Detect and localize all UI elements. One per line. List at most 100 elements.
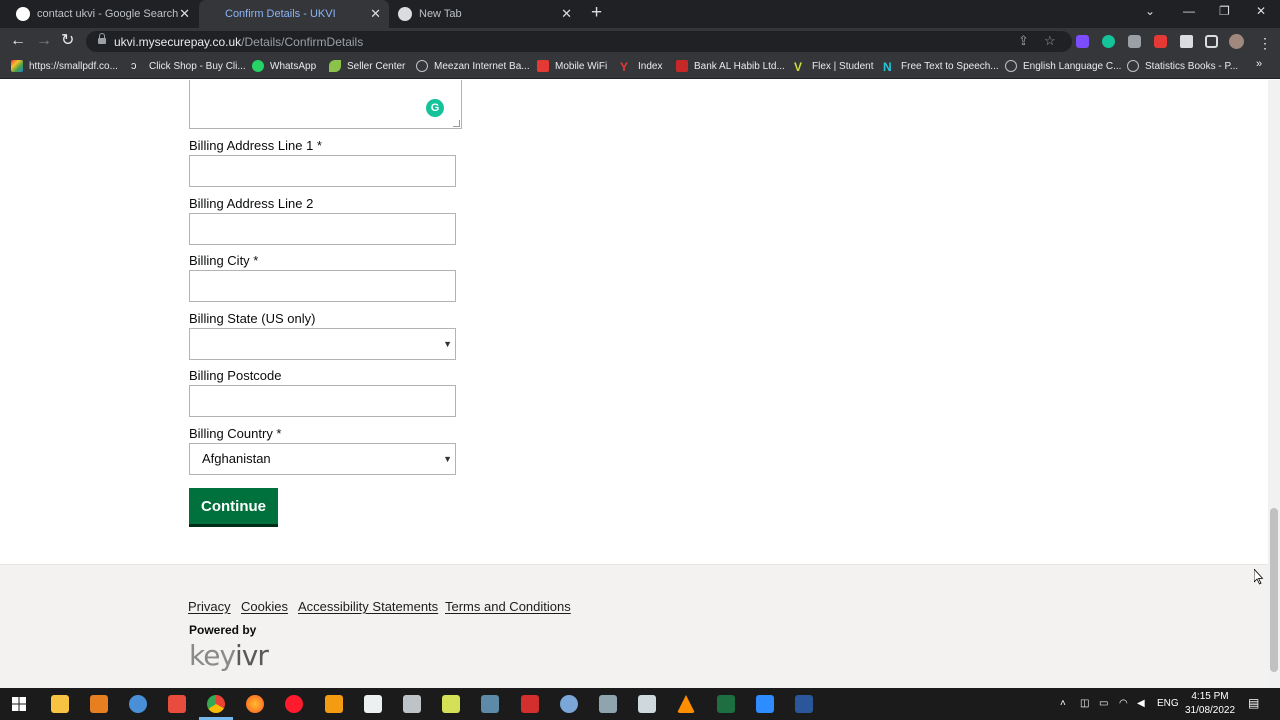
google-icon bbox=[16, 7, 30, 21]
bookmark-favicon-icon: ↄ bbox=[131, 60, 137, 72]
scrollbar-thumb[interactable] bbox=[1270, 508, 1278, 672]
reload-icon[interactable]: ↻ bbox=[61, 31, 74, 51]
app-icon[interactable] bbox=[129, 695, 147, 713]
mega-extension-icon[interactable] bbox=[1154, 35, 1167, 48]
app-icon[interactable] bbox=[638, 695, 656, 713]
billing-city-input[interactable] bbox=[189, 270, 456, 302]
wifi-icon[interactable]: ◠ bbox=[1119, 698, 1128, 709]
footer-link-accessibility[interactable]: Accessibility Statements bbox=[298, 599, 438, 614]
app-icon[interactable] bbox=[364, 695, 382, 713]
tab-google-search[interactable]: contact ukvi - Google Search ✕ bbox=[8, 0, 198, 28]
zoom-icon[interactable] bbox=[756, 695, 774, 713]
huawei-icon bbox=[537, 60, 549, 72]
tab-search-chevron-icon[interactable]: ⌄ bbox=[1145, 4, 1155, 18]
billing-address-line1-input[interactable] bbox=[189, 155, 456, 187]
star-icon[interactable]: ☆ bbox=[1044, 33, 1056, 49]
bookmark-item[interactable]: Mobile WiFi bbox=[537, 60, 607, 72]
bookmark-favicon-icon: N bbox=[883, 60, 892, 74]
system-clock[interactable]: 4:15 PM 31/08/2022 bbox=[1185, 690, 1235, 718]
back-arrow-icon[interactable]: ← bbox=[10, 31, 26, 51]
app-icon[interactable] bbox=[90, 695, 108, 713]
page-footer: Privacy Cookies Accessibility Statements… bbox=[0, 564, 1268, 688]
address-bar[interactable]: ukvi.mysecurepay.co.uk/Details/ConfirmDe… bbox=[86, 31, 1072, 52]
bookmark-item[interactable]: WhatsApp bbox=[252, 60, 316, 72]
close-icon[interactable]: ✕ bbox=[370, 7, 381, 20]
bookmark-item[interactable]: https://smallpdf.co... bbox=[11, 60, 118, 72]
pycharm-icon[interactable] bbox=[442, 695, 460, 713]
word-icon[interactable] bbox=[795, 695, 813, 713]
billing-country-value: Afghanistan bbox=[202, 451, 271, 466]
app-icon[interactable] bbox=[403, 695, 421, 713]
share-icon[interactable]: ⇪ bbox=[1018, 33, 1029, 49]
app-icon[interactable] bbox=[521, 695, 539, 713]
bank-al-habib-icon bbox=[676, 60, 688, 72]
chevron-down-icon: ▼ bbox=[443, 454, 452, 464]
opera-icon[interactable] bbox=[285, 695, 303, 713]
page-scrollbar[interactable] bbox=[1268, 80, 1280, 688]
side-panel-icon[interactable] bbox=[1205, 35, 1218, 48]
close-window-button[interactable]: ✕ bbox=[1256, 4, 1266, 18]
keyivr-logo: keyivr bbox=[189, 639, 269, 672]
billing-postcode-input[interactable] bbox=[189, 385, 456, 417]
puzzle-extensions-icon[interactable] bbox=[1180, 35, 1193, 48]
clock-date: 31/08/2022 bbox=[1185, 705, 1236, 716]
profile-avatar[interactable] bbox=[1229, 34, 1244, 49]
excel-icon[interactable] bbox=[717, 695, 735, 713]
billing-state-label: Billing State (US only) bbox=[189, 311, 316, 326]
app-icon[interactable] bbox=[168, 695, 186, 713]
vlc-icon[interactable] bbox=[677, 695, 695, 713]
bookmark-item[interactable]: Bank AL Habib Ltd... bbox=[676, 60, 785, 72]
bookmark-item[interactable]: English Language C... bbox=[1005, 60, 1121, 72]
tab-confirm-details[interactable]: Confirm Details - UKVI ✕ bbox=[199, 0, 389, 28]
tab-new-tab[interactable]: New Tab ✕ bbox=[390, 0, 580, 28]
page-content: G Billing Address Line 1 * Billing Addre… bbox=[0, 80, 1268, 688]
bookmark-item[interactable]: Meezan Internet Ba... bbox=[416, 60, 530, 72]
new-tab-button[interactable]: + bbox=[591, 3, 602, 23]
billing-address-line2-input[interactable] bbox=[189, 213, 456, 245]
windows-start-icon[interactable] bbox=[12, 697, 26, 711]
file-explorer-icon[interactable] bbox=[51, 695, 69, 713]
footer-link-cookies[interactable]: Cookies bbox=[241, 599, 288, 614]
tray-chevron-up-icon[interactable]: ˄ bbox=[1060, 698, 1066, 709]
billing-country-select[interactable]: Afghanistan ▼ bbox=[189, 443, 456, 475]
bookmark-favicon-icon: Y bbox=[620, 60, 629, 74]
footer-link-privacy[interactable]: Privacy bbox=[188, 599, 231, 614]
forward-arrow-icon[interactable]: → bbox=[36, 31, 52, 51]
bookmark-item[interactable]: N Free Text to Speech... bbox=[883, 60, 999, 74]
continue-button[interactable]: Continue bbox=[189, 488, 278, 527]
bookmarks-overflow-icon[interactable]: » bbox=[1256, 58, 1262, 70]
close-icon[interactable]: ✕ bbox=[179, 7, 190, 20]
chrome-icon[interactable] bbox=[207, 695, 225, 713]
bookmark-favicon-icon bbox=[11, 60, 23, 72]
battery-icon[interactable]: ▭ bbox=[1099, 698, 1108, 709]
bookmark-item[interactable]: Seller Center bbox=[329, 60, 405, 72]
download-extension-icon[interactable] bbox=[1076, 35, 1089, 48]
camera-extension-icon[interactable] bbox=[1128, 35, 1141, 48]
footer-link-terms[interactable]: Terms and Conditions bbox=[445, 599, 571, 614]
r-icon[interactable] bbox=[560, 695, 578, 713]
minimize-button[interactable]: — bbox=[1183, 4, 1195, 18]
tray-app-icon[interactable]: ◫ bbox=[1080, 698, 1089, 709]
bookmark-item[interactable]: Statistics Books - P... bbox=[1127, 60, 1238, 72]
previous-textarea[interactable]: G bbox=[189, 80, 462, 129]
menu-kebab-icon[interactable]: ⋮ bbox=[1258, 33, 1272, 53]
notifications-icon[interactable]: ▤ bbox=[1248, 696, 1259, 710]
grammarly-icon[interactable]: G bbox=[426, 99, 444, 117]
bookmark-item[interactable]: ↄ Click Shop - Buy Cli... bbox=[131, 60, 246, 72]
globe-icon bbox=[416, 60, 428, 72]
resize-handle-icon[interactable] bbox=[453, 120, 460, 127]
app-icon[interactable] bbox=[599, 695, 617, 713]
restore-button[interactable]: ❐ bbox=[1219, 4, 1230, 18]
grammarly-extension-icon[interactable] bbox=[1102, 35, 1115, 48]
bookmark-item[interactable]: Y Index bbox=[620, 60, 662, 74]
bookmark-item[interactable]: V Flex | Student bbox=[794, 60, 874, 74]
language-indicator[interactable]: ENG bbox=[1157, 698, 1179, 709]
firefox-icon[interactable] bbox=[246, 695, 264, 713]
app-icon[interactable] bbox=[481, 695, 499, 713]
bookmark-favicon-icon: V bbox=[794, 60, 803, 74]
billing-state-select[interactable]: ▼ bbox=[189, 328, 456, 360]
close-icon[interactable]: ✕ bbox=[561, 7, 572, 20]
billing-address-line1-label: Billing Address Line 1 * bbox=[189, 138, 322, 153]
app-icon[interactable] bbox=[325, 695, 343, 713]
volume-icon[interactable]: ◀ bbox=[1137, 698, 1145, 709]
